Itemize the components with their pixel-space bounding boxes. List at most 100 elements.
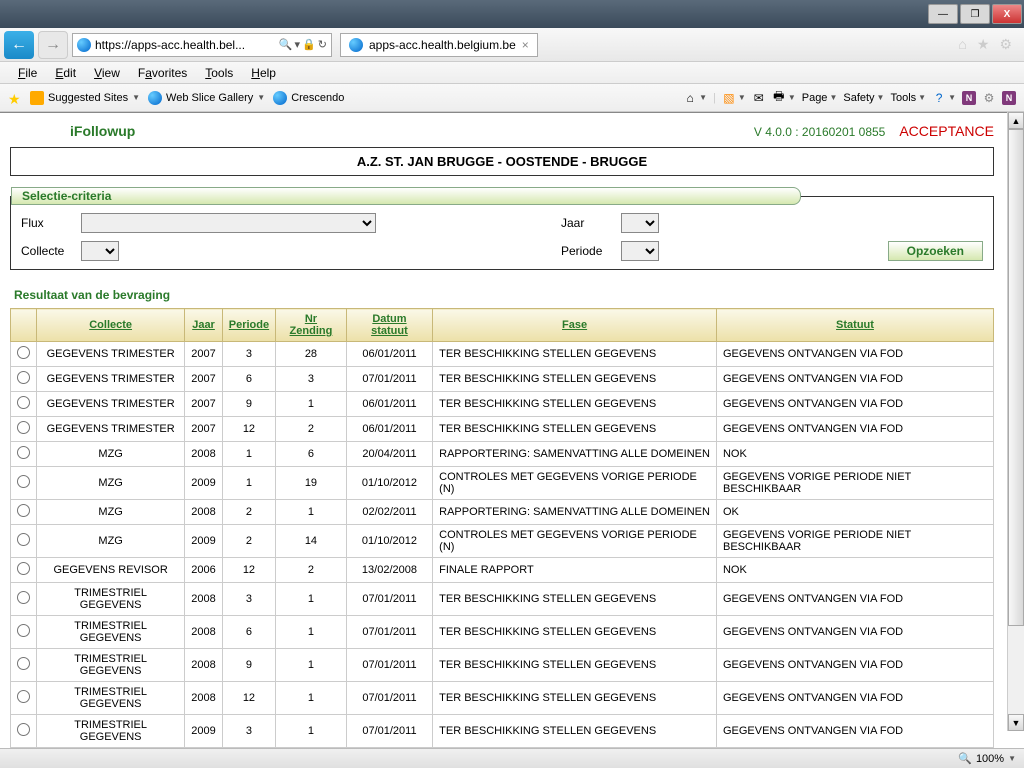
col-collecte[interactable]: Collecte: [37, 309, 185, 342]
row-radio[interactable]: [17, 533, 30, 546]
scroll-down-button[interactable]: ▼: [1008, 714, 1024, 731]
jaar-select[interactable]: [621, 213, 659, 233]
table-row: MZG200921401/10/2012CONTROLES MET GEGEVE…: [11, 525, 994, 558]
zoom-control[interactable]: 🔍 100% ▼: [958, 752, 1016, 765]
cell-nr: 1: [276, 500, 347, 525]
star-icon: ★: [8, 91, 22, 105]
cell-nr: 19: [276, 467, 347, 500]
crescendo-link[interactable]: Crescendo: [273, 91, 344, 105]
onenote-icon: N: [962, 91, 976, 105]
web-slice-gallery-link[interactable]: Web Slice Gallery ▼: [148, 91, 265, 105]
col-nr-zending[interactable]: Nr Zending: [276, 309, 347, 342]
onenote-linked-button[interactable]: N: [1002, 91, 1016, 105]
menu-edit[interactable]: EditEdit: [47, 64, 84, 82]
cell-fase: TER BESCHIKKING STELLEN GEGEVENS: [433, 342, 717, 367]
dropdown-icon[interactable]: ▾: [295, 38, 301, 51]
tab-close-icon[interactable]: ×: [522, 38, 529, 52]
favorites-star-icon[interactable]: ★: [977, 36, 990, 53]
cell-periode: 2: [222, 525, 275, 558]
row-radio[interactable]: [17, 446, 30, 459]
read-mail-button[interactable]: ✉: [752, 91, 766, 105]
col-periode[interactable]: Periode: [222, 309, 275, 342]
dropdown-icon[interactable]: ▼: [1008, 754, 1016, 763]
row-radio[interactable]: [17, 396, 30, 409]
col-statuut[interactable]: Statuut: [716, 309, 993, 342]
maximize-button[interactable]: ❐: [960, 4, 990, 24]
search-button[interactable]: Opzoeken: [888, 241, 983, 261]
back-button[interactable]: ←: [4, 31, 34, 59]
row-radio[interactable]: [17, 562, 30, 575]
refresh-icon[interactable]: ↻: [318, 38, 327, 51]
menu-view[interactable]: ViewView: [86, 64, 128, 82]
minimize-button[interactable]: —: [928, 4, 958, 24]
row-radio[interactable]: [17, 346, 30, 359]
cell-fase: TER BESCHIKKING STELLEN GEGEVENS: [433, 417, 717, 442]
row-radio[interactable]: [17, 475, 30, 488]
page-menu[interactable]: Page ▼: [802, 92, 838, 104]
row-radio[interactable]: [17, 421, 30, 434]
row-radio[interactable]: [17, 504, 30, 517]
cell-jaar: 2007: [185, 342, 222, 367]
print-button[interactable]: 🖶▼: [772, 91, 796, 105]
menu-file[interactable]: FFileile: [10, 64, 45, 82]
row-radio[interactable]: [17, 723, 30, 736]
cell-fase: RAPPORTERING: SAMENVATTING ALLE DOMEINEN: [433, 442, 717, 467]
flux-select[interactable]: [81, 213, 376, 233]
extension-button[interactable]: ⚙: [982, 91, 996, 105]
help-button[interactable]: ?▼: [932, 91, 956, 105]
cell-collecte: TRIMESTRIEL GEGEVENS: [37, 649, 185, 682]
address-bar[interactable]: 🔍 ▾ 🔒 ↻: [72, 33, 332, 57]
page-content-scroll[interactable]: iFollowup V 4.0.0 : 20160201 0855 ACCEPT…: [0, 112, 1024, 748]
row-radio[interactable]: [17, 657, 30, 670]
cell-periode: 12: [222, 417, 275, 442]
forward-button[interactable]: →: [38, 31, 68, 59]
row-radio[interactable]: [17, 690, 30, 703]
collecte-label: Collecte: [21, 244, 81, 258]
cell-fase: TER BESCHIKKING STELLEN GEGEVENS: [433, 715, 717, 748]
cell-jaar: 2009: [185, 715, 222, 748]
search-icon[interactable]: 🔍: [279, 38, 293, 51]
home-button[interactable]: ⌂▼: [683, 91, 707, 105]
table-row: GEGEVENS TRIMESTER20079106/01/2011TER BE…: [11, 392, 994, 417]
cell-statuut: NOK: [716, 558, 993, 583]
cell-collecte: TRIMESTRIEL GEGEVENS: [37, 583, 185, 616]
vertical-scrollbar[interactable]: ▲ ▼: [1007, 112, 1024, 731]
cell-jaar: 2006: [185, 558, 222, 583]
row-radio[interactable]: [17, 371, 30, 384]
col-radio: [11, 309, 37, 342]
tools-menu[interactable]: Tools ▼: [890, 92, 926, 104]
home-icon[interactable]: ⌂: [958, 36, 966, 53]
safety-menu[interactable]: Safety ▼: [843, 92, 884, 104]
cell-jaar: 2008: [185, 649, 222, 682]
url-input[interactable]: [95, 38, 275, 52]
suggested-sites-link[interactable]: Suggested Sites ▼: [30, 91, 140, 105]
mail-icon: ✉: [752, 91, 766, 105]
cell-collecte: MZG: [37, 500, 185, 525]
col-jaar[interactable]: Jaar: [185, 309, 222, 342]
col-datum-statuut[interactable]: Datum statuut: [346, 309, 432, 342]
add-favorite-button[interactable]: ★: [8, 91, 22, 105]
row-radio[interactable]: [17, 624, 30, 637]
zoom-level: 100%: [976, 753, 1004, 765]
feeds-button[interactable]: ▧▼: [722, 91, 746, 105]
scroll-thumb[interactable]: [1008, 129, 1024, 626]
menu-tools[interactable]: ToolsTools: [197, 64, 241, 82]
close-button[interactable]: X: [992, 4, 1022, 24]
cell-jaar: 2007: [185, 417, 222, 442]
app-version: V 4.0.0 : 20160201 0855: [754, 125, 885, 139]
browser-tab[interactable]: apps-acc.health.belgium.be ×: [340, 33, 538, 57]
dropdown-icon: ▼: [257, 93, 265, 102]
menu-help[interactable]: HelpHelp: [243, 64, 284, 82]
row-radio[interactable]: [17, 591, 30, 604]
collecte-select[interactable]: [81, 241, 119, 261]
ie-icon: [77, 38, 91, 52]
cell-jaar: 2009: [185, 525, 222, 558]
col-fase[interactable]: Fase: [433, 309, 717, 342]
onenote-button[interactable]: N: [962, 91, 976, 105]
periode-select[interactable]: [621, 241, 659, 261]
cell-jaar: 2008: [185, 442, 222, 467]
table-row: GEGEVENS TRIMESTER200732806/01/2011TER B…: [11, 342, 994, 367]
scroll-up-button[interactable]: ▲: [1008, 112, 1024, 129]
menu-favorites[interactable]: FavoritesFavorites: [130, 64, 195, 82]
settings-gear-icon[interactable]: ⚙: [999, 36, 1012, 53]
